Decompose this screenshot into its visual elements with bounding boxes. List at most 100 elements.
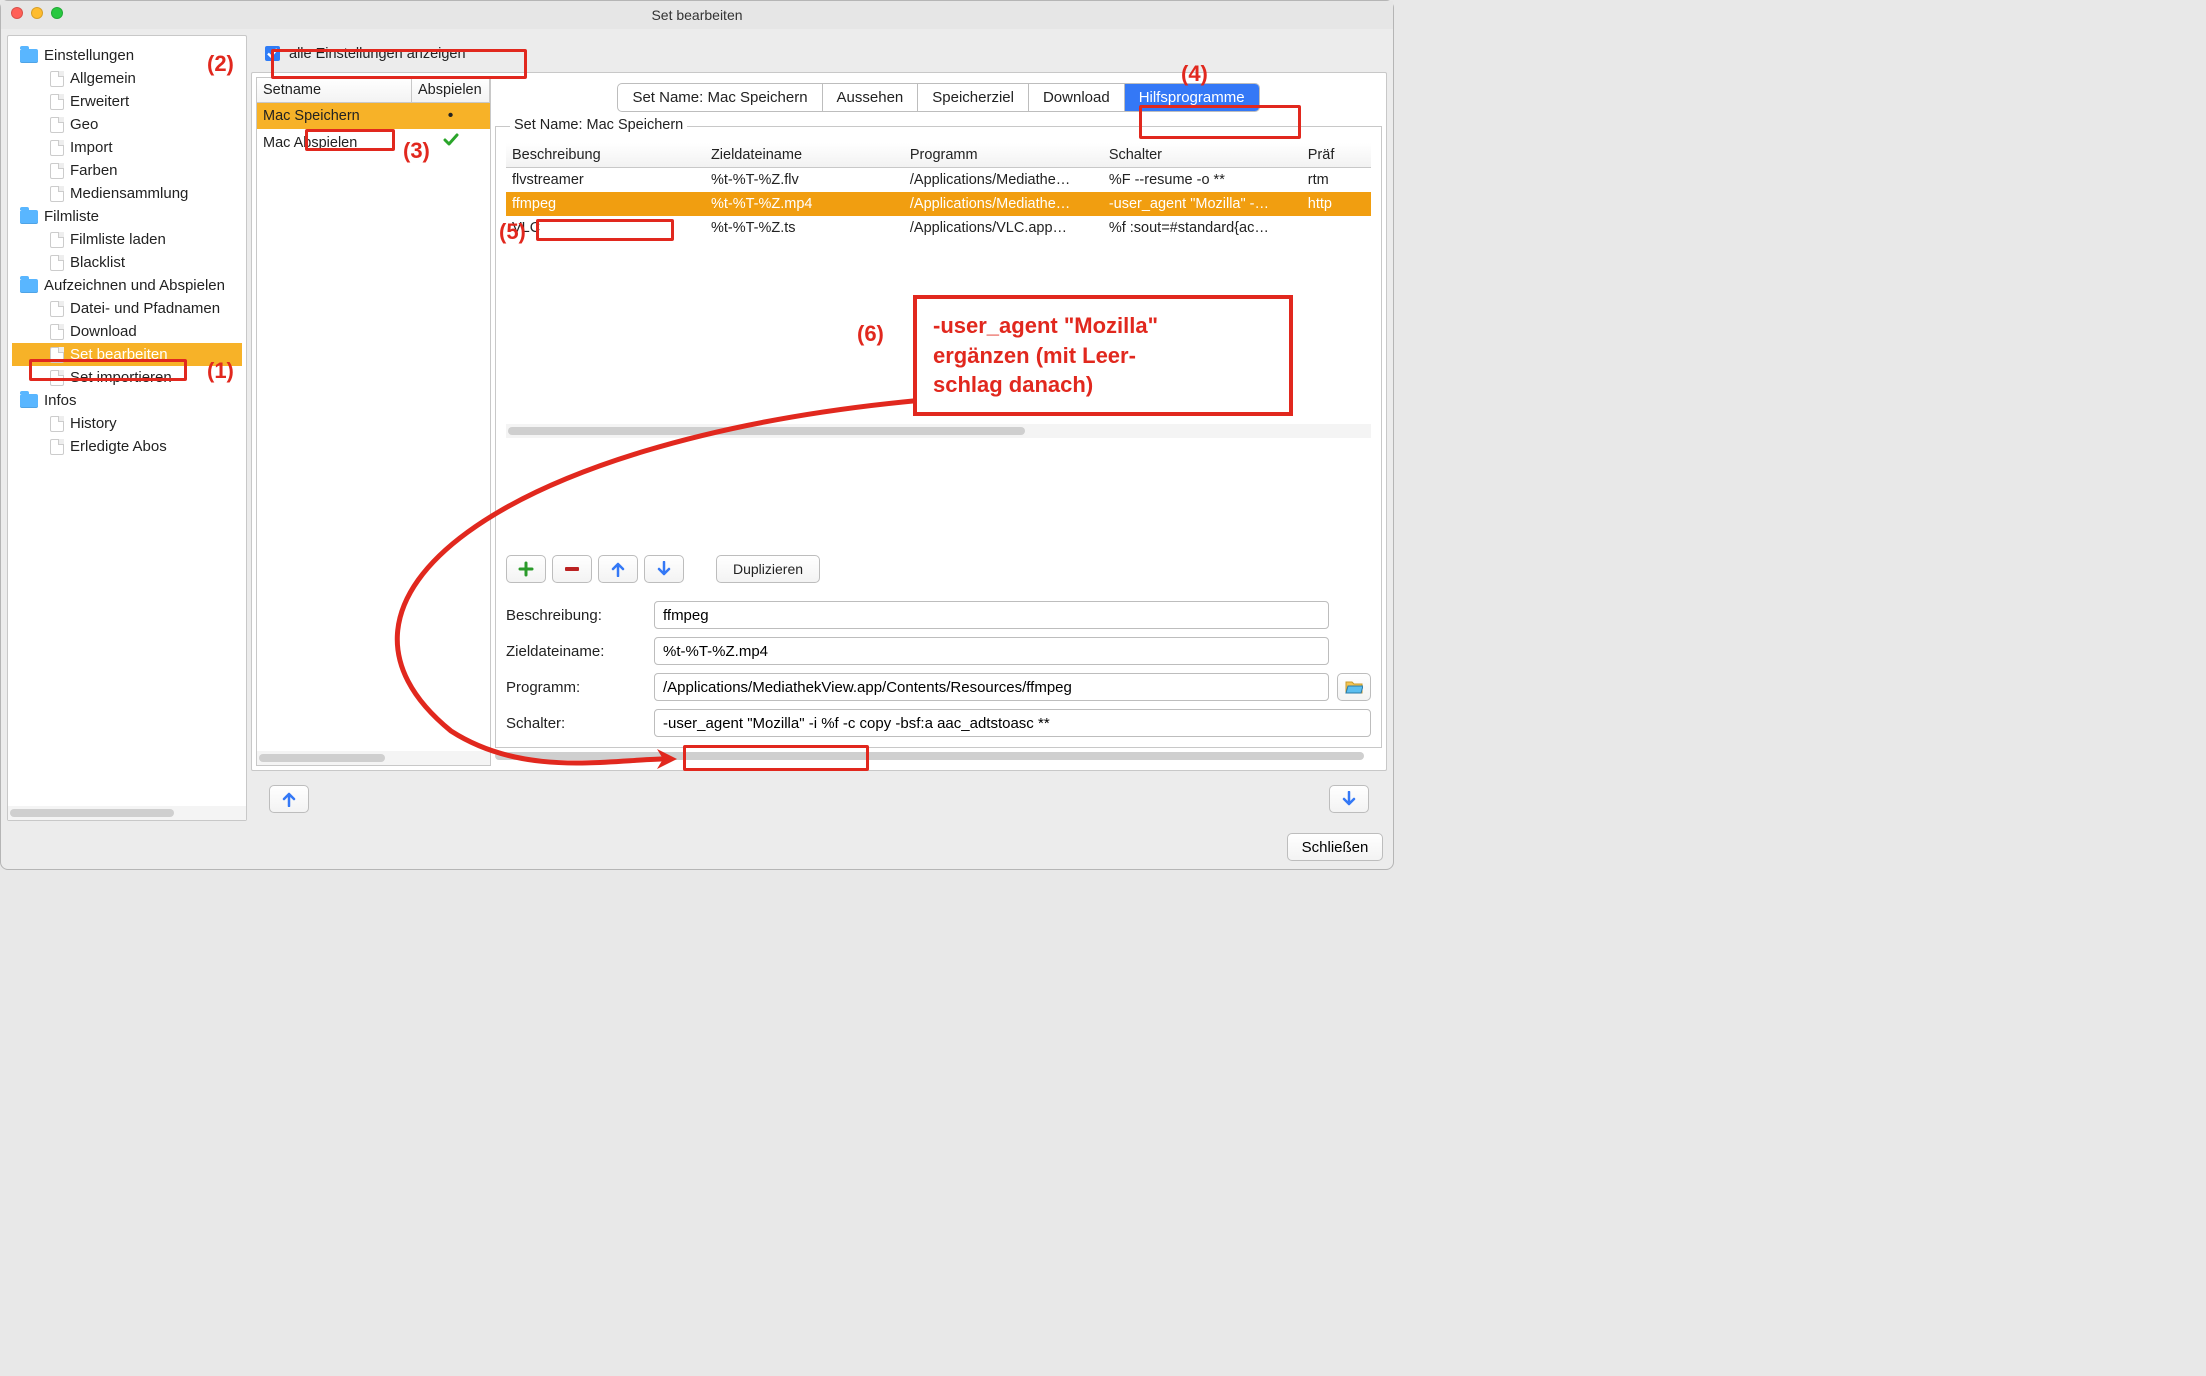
programs-table[interactable]: BeschreibungZieldateinameProgrammSchalte… [506,143,1371,549]
file-icon [50,71,64,87]
file-icon [50,117,64,133]
progs-cell: flvstreamer [506,168,705,193]
sidebar-item-label: Import [70,139,113,156]
window-close-icon[interactable] [11,7,23,19]
file-icon [50,370,64,386]
duplicate-button[interactable]: Duplizieren [716,555,820,583]
file-icon [50,232,64,248]
folder-icon [20,279,38,293]
sidebar-item[interactable]: Filmliste laden [12,228,242,251]
input-beschreibung[interactable] [654,601,1329,629]
sets-cell-name: Mac Abspielen [257,129,412,156]
sidebar-item[interactable]: Erledigte Abos [12,435,242,458]
sidebar-group-label: Filmliste [44,208,99,225]
sidebar-group-label: Aufzeichnen und Abspielen [44,277,225,294]
arrow-up-icon [611,561,625,577]
label-schalter: Schalter: [506,715,646,732]
sidebar-group[interactable]: Einstellungen [12,44,242,67]
progs-header[interactable]: Zieldateiname [705,143,904,168]
folder-icon [20,394,38,408]
sidebar-item-label: Download [70,323,137,340]
sidebar-item-label: Allgemein [70,70,136,87]
close-button[interactable]: Schließen [1287,833,1383,861]
label-zieldateiname: Zieldateiname: [506,643,646,660]
window-minimize-icon[interactable] [31,7,43,19]
sidebar-item[interactable]: Set importieren [12,366,242,389]
sets-header-play[interactable]: Abspielen [412,78,490,103]
export-button[interactable] [269,785,309,813]
sidebar-group[interactable]: Infos [12,389,242,412]
remove-button[interactable] [552,555,592,583]
arrow-up-icon [282,791,296,807]
tab[interactable]: Hilfsprogramme [1125,84,1259,111]
sets-panel: Setname Abspielen Mac Speichern•Mac Absp… [256,77,491,766]
tab[interactable]: Speicherziel [918,84,1029,111]
sidebar-item-label: Erweitert [70,93,129,110]
show-all-checkbox[interactable] [265,46,280,61]
sets-header-name[interactable]: Setname [257,78,412,103]
input-programm[interactable] [654,673,1329,701]
progs-header[interactable]: Beschreibung [506,143,705,168]
sidebar-group[interactable]: Filmliste [12,205,242,228]
sidebar-item[interactable]: Farben [12,159,242,182]
tab[interactable]: Download [1029,84,1125,111]
file-icon [50,439,64,455]
progs-cell: %F --resume -o ** [1103,168,1302,193]
progs-cell: VLC [506,216,705,240]
progs-cell [1302,216,1371,240]
file-icon [50,255,64,271]
sidebar-group[interactable]: Aufzeichnen und Abspielen [12,274,242,297]
sidebar-item[interactable]: Datei- und Pfadnamen [12,297,242,320]
sets-row[interactable]: Mac Abspielen [257,129,490,156]
tab-bar: Set Name: Mac SpeichernAussehenSpeicherz… [617,83,1259,112]
input-schalter[interactable] [654,709,1371,737]
sidebar-item[interactable]: Allgemein [12,67,242,90]
window-title: Set bearbeiten [651,7,742,23]
minus-icon [564,564,580,574]
folder-open-icon [1345,679,1363,695]
progs-cell: http [1302,192,1371,216]
progs-row[interactable]: ffmpeg%t-%T-%Z.mp4/Applications/Mediathe… [506,192,1371,216]
file-icon [50,324,64,340]
sidebar-item[interactable]: Geo [12,113,242,136]
move-down-button[interactable] [644,555,684,583]
add-button[interactable] [506,555,546,583]
sets-row[interactable]: Mac Speichern• [257,103,490,130]
tab[interactable]: Aussehen [823,84,919,111]
sidebar-item[interactable]: Set bearbeiten [12,343,242,366]
window-zoom-icon[interactable] [51,7,63,19]
sidebar-group-label: Infos [44,392,77,409]
sidebar-scrollbar[interactable] [8,806,246,820]
tab[interactable]: Set Name: Mac Speichern [618,84,822,111]
file-icon [50,140,64,156]
sidebar-item[interactable]: History [12,412,242,435]
sets-cell-play: • [412,103,490,130]
file-icon [50,416,64,432]
progs-header[interactable]: Schalter [1103,143,1302,168]
import-button[interactable] [1329,785,1369,813]
input-zieldateiname[interactable] [654,637,1329,665]
sidebar-item-label: Geo [70,116,98,133]
sidebar-item[interactable]: Erweitert [12,90,242,113]
sidebar-item[interactable]: Download [12,320,242,343]
folder-icon [20,49,38,63]
show-all-label: alle Einstellungen anzeigen [289,46,466,62]
sidebar-item-label: Set importieren [70,369,172,386]
file-icon [50,94,64,110]
progs-cell: %t-%T-%Z.flv [705,168,904,193]
arrow-down-icon [1342,791,1356,807]
progs-header[interactable]: Präf [1302,143,1371,168]
sidebar-item[interactable]: Import [12,136,242,159]
progs-row[interactable]: flvstreamer%t-%T-%Z.flv/Applications/Med… [506,168,1371,193]
sets-cell-name: Mac Speichern [257,103,412,130]
progs-row[interactable]: VLC%t-%T-%Z.ts/Applications/VLC.app…%f :… [506,216,1371,240]
sidebar-item[interactable]: Mediensammlung [12,182,242,205]
progs-cell: /Applications/Mediathe… [904,168,1103,193]
sets-scrollbar[interactable] [257,751,490,765]
move-up-button[interactable] [598,555,638,583]
progs-header[interactable]: Programm [904,143,1103,168]
browse-button[interactable] [1337,673,1371,701]
programs-scrollbar[interactable] [506,424,1371,438]
sidebar-item[interactable]: Blacklist [12,251,242,274]
details-scrollbar[interactable] [495,752,1382,766]
